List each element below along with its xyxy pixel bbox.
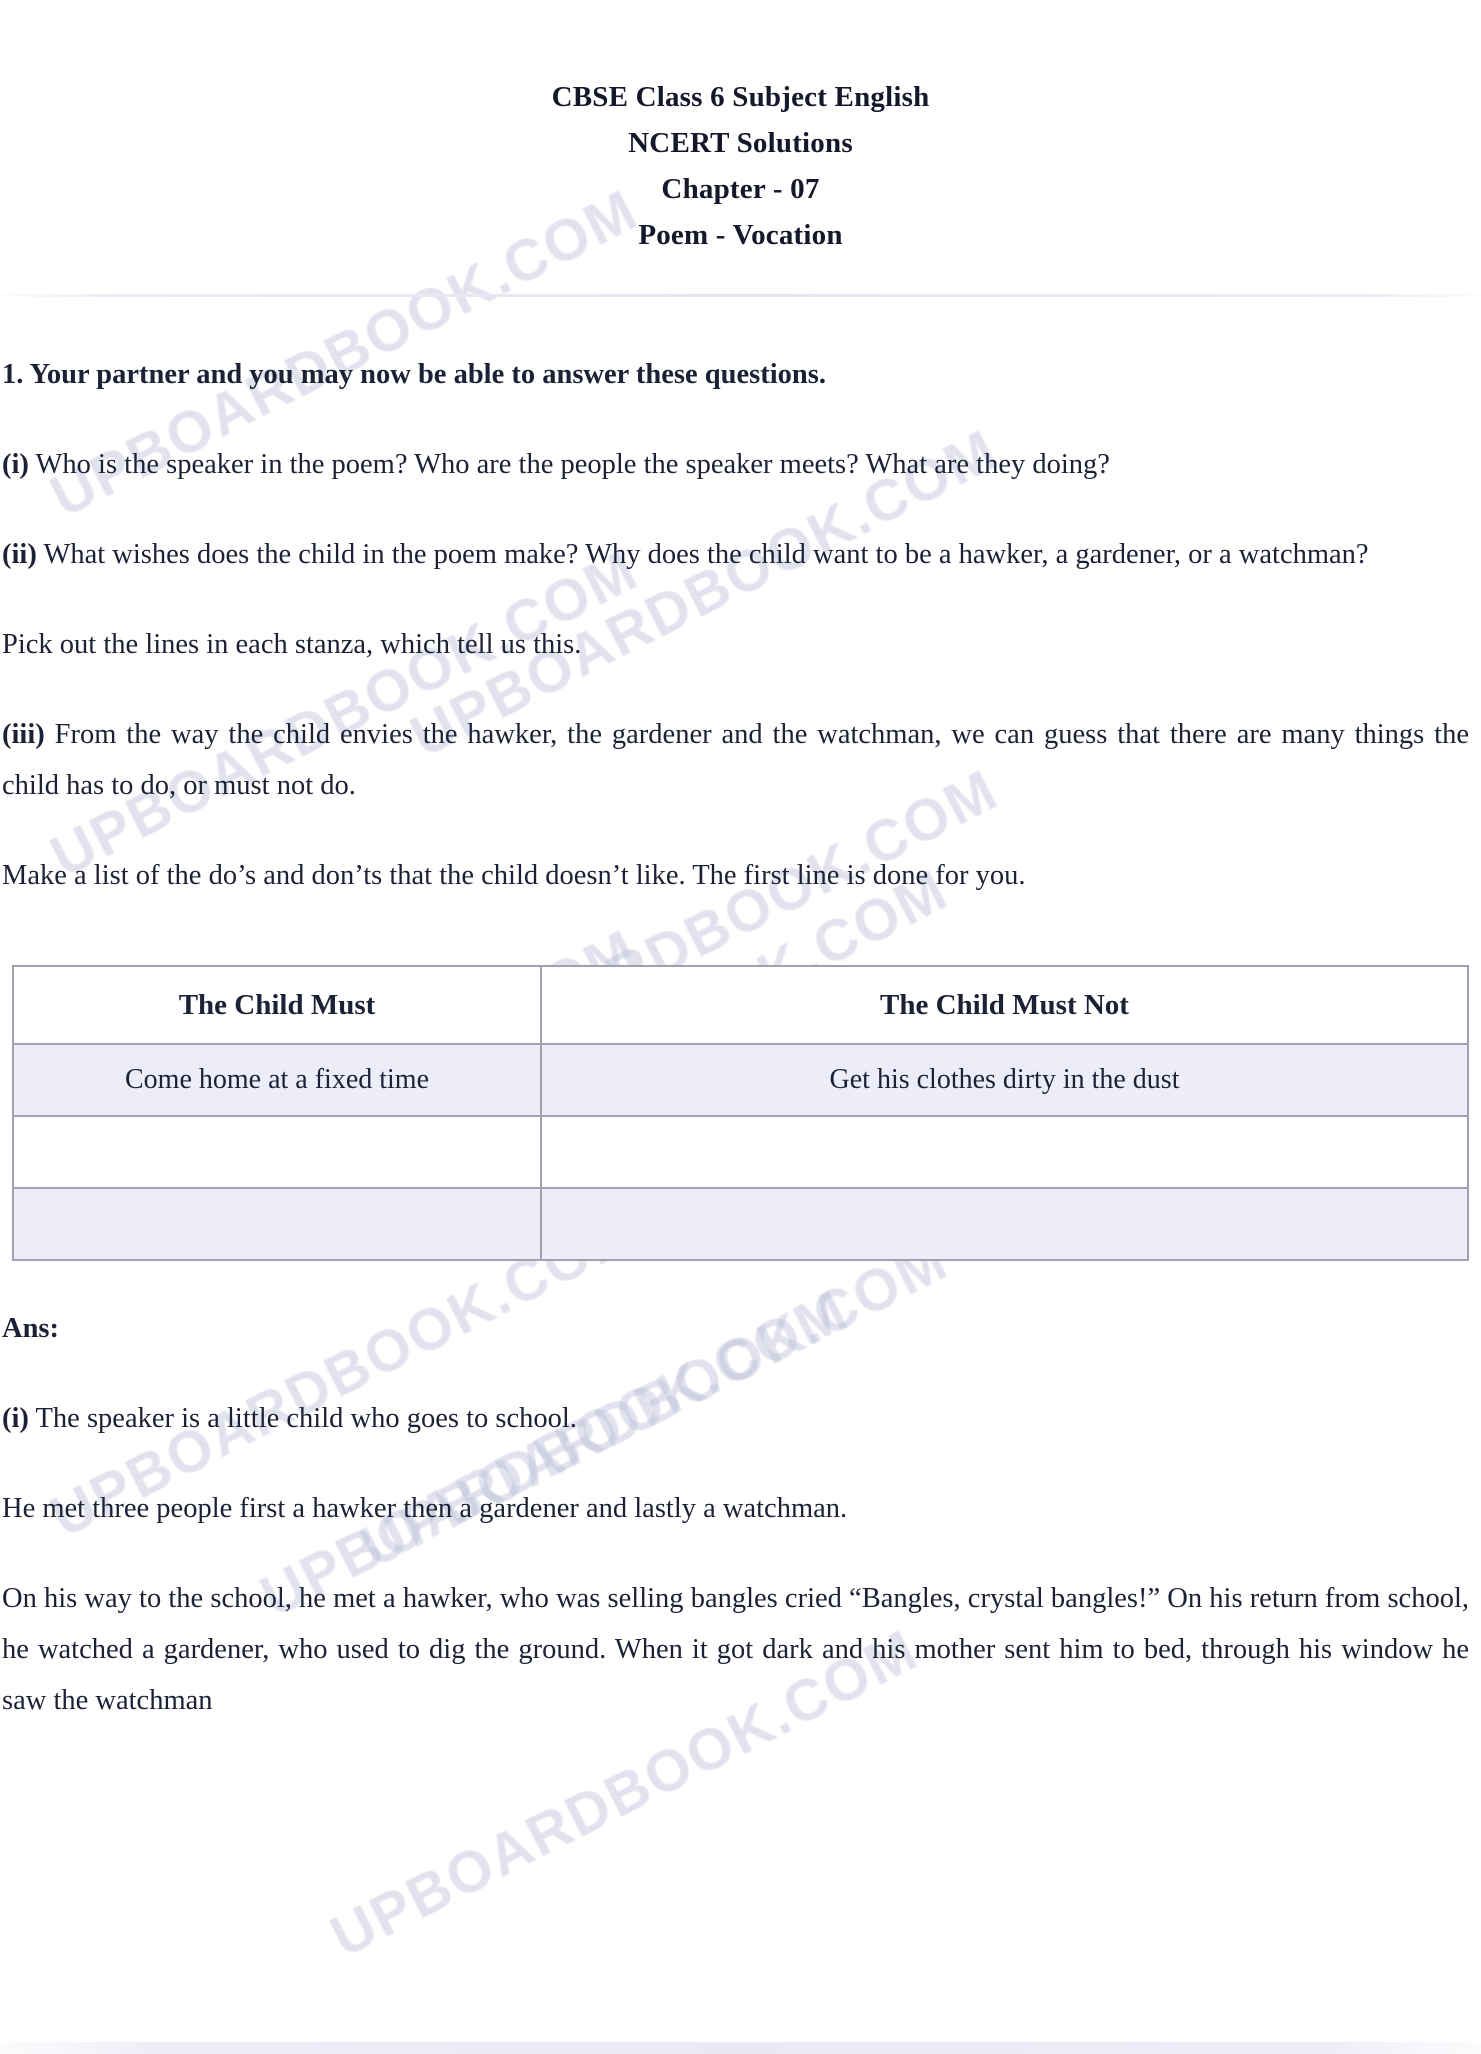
question-ii: (ii) What wishes does the child in the p… — [2, 529, 1475, 580]
instruction-pick-out-lines: Pick out the lines in each stanza, which… — [2, 629, 582, 660]
do-and-dont-table: The Child Must The Child Must Not Come h… — [12, 965, 1469, 1261]
question-iii-label: (iii) — [2, 719, 45, 750]
table-header-row: The Child Must The Child Must Not — [12, 965, 1469, 1045]
document-content: 1. Your partner and you may now be able … — [0, 349, 1481, 1726]
answer-paragraph-1: He met three people first a hawker then … — [2, 1493, 848, 1524]
question-ii-text: What wishes does the child in the poem m… — [36, 539, 1369, 570]
table-header-child-must: The Child Must — [12, 965, 542, 1045]
header-title-line-1: CBSE Class 6 Subject English — [551, 81, 930, 113]
header-divider — [0, 294, 1481, 297]
answer-label: Ans: — [2, 1313, 60, 1344]
question-i-label: (i) — [2, 449, 29, 480]
table-row: Come home at a fixed time Get his clothe… — [12, 1043, 1469, 1117]
answer-i-text: The speaker is a little child who goes t… — [28, 1403, 577, 1434]
table-row — [12, 1115, 1469, 1189]
header-title-line-4: Poem - Vocation — [638, 219, 843, 251]
document-header: CBSE Class 6 Subject English NCERT Solut… — [0, 0, 1481, 258]
table-cell-must-1: Come home at a fixed time — [12, 1043, 542, 1117]
question-ii-label: (ii) — [2, 539, 37, 570]
table-cell-must-not-3 — [540, 1187, 1469, 1261]
header-title-line-3: Chapter - 07 — [661, 173, 820, 205]
table-cell-must-not-2 — [540, 1115, 1469, 1189]
answer-paragraph-2: On his way to the school, he met a hawke… — [2, 1583, 1469, 1716]
question-i: (i) Who is the speaker in the poem? Who … — [2, 439, 1475, 490]
document-page: CBSE Class 6 Subject English NCERT Solut… — [0, 0, 1481, 2054]
table-cell-must-3 — [12, 1187, 542, 1261]
instruction-make-a-list: Make a list of the do’s and don’ts that … — [2, 860, 1026, 891]
table-cell-must-not-1: Get his clothes dirty in the dust — [540, 1043, 1469, 1117]
table-row — [12, 1187, 1469, 1261]
answer-i: (i) The speaker is a little child who go… — [2, 1393, 1475, 1444]
question-iii: (iii) From the way the child envies the … — [2, 709, 1475, 811]
question-heading: 1. Your partner and you may now be able … — [2, 359, 826, 390]
table-cell-must-2 — [12, 1115, 542, 1189]
question-iii-text: From the way the child envies the hawker… — [2, 719, 1469, 801]
answer-i-label: (i) — [2, 1403, 29, 1434]
question-i-text: Who is the speaker in the poem? Who are … — [28, 449, 1110, 480]
table-header-child-must-not: The Child Must Not — [540, 965, 1469, 1045]
header-title-line-2: NCERT Solutions — [628, 127, 853, 159]
